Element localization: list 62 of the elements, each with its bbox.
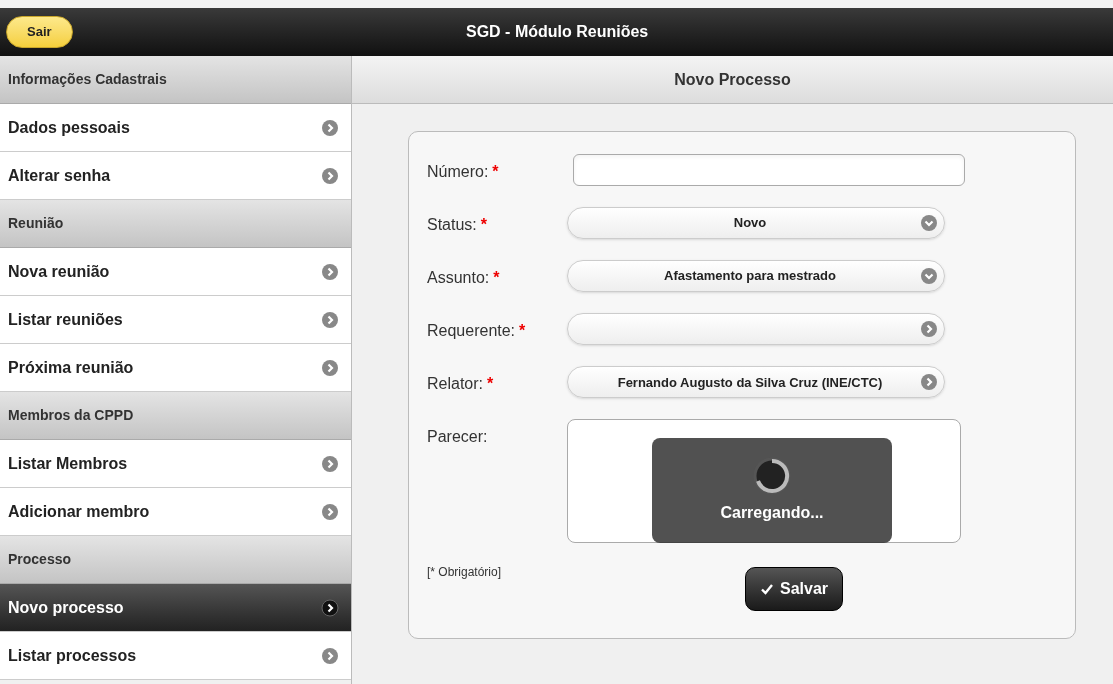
chevron-right-icon xyxy=(321,262,339,281)
sidebar-item[interactable]: Listar reuniões xyxy=(0,296,351,344)
field-label: Requerente: xyxy=(427,321,516,341)
field-label: Número: xyxy=(427,162,489,182)
sidebar-item-label: Nova reunião xyxy=(8,261,110,282)
required-mark: * xyxy=(493,268,500,288)
required-mark: * xyxy=(492,162,499,182)
required-note: [* Obrigatório] xyxy=(427,564,503,581)
sidebar-section-header: Processo xyxy=(0,536,351,584)
field-label: Assunto: xyxy=(427,268,490,288)
sidebar-item-label: Novo processo xyxy=(8,597,124,618)
sidebar-section-header: Informações Cadastrais xyxy=(0,56,351,104)
app-title: SGD - Módulo Reuniões xyxy=(466,22,649,42)
spinner-icon xyxy=(753,456,791,495)
chevron-right-icon xyxy=(920,373,938,391)
sidebar-section-header: Membros da CPPD xyxy=(0,392,351,440)
checkmark-icon xyxy=(760,582,774,596)
page-header: Novo Processo xyxy=(352,56,1113,104)
select-value: Afastamento para mestrado xyxy=(663,267,837,286)
sidebar-item-label: Listar processos xyxy=(8,645,137,666)
chevron-right-icon xyxy=(321,166,339,185)
chevron-down-icon xyxy=(920,214,938,232)
sidebar-item-label: Listar Membros xyxy=(8,453,128,474)
sidebar-item-label: Alterar senha xyxy=(8,165,111,186)
sidebar-item[interactable]: Adicionar membro xyxy=(0,488,351,536)
chevron-right-icon xyxy=(321,358,339,377)
picker-field[interactable] xyxy=(567,313,945,345)
number-input[interactable] xyxy=(573,154,965,186)
save-button[interactable]: Salvar xyxy=(745,567,844,611)
chevron-right-icon xyxy=(321,646,339,665)
required-mark: * xyxy=(487,374,494,394)
select-value: Novo xyxy=(732,214,768,233)
required-mark: * xyxy=(480,215,488,235)
sidebar-item[interactable]: Novo processo xyxy=(0,584,351,632)
sidebar-item[interactable]: Dados pessoais xyxy=(0,104,351,152)
sidebar-item-label: Listar reuniões xyxy=(8,309,123,330)
sidebar-item[interactable]: Próxima reunião xyxy=(0,344,351,392)
sidebar-item-label: Dados pessoais xyxy=(8,117,130,138)
chevron-down-icon xyxy=(920,267,938,285)
sidebar-item[interactable]: Listar processos xyxy=(0,632,351,680)
sidebar-item[interactable]: Listar Membros xyxy=(0,440,351,488)
field-label: Relator: xyxy=(427,374,484,394)
picker-field[interactable]: Fernando Augusto da Silva Cruz (INE/CTC) xyxy=(567,366,945,398)
sidebar-item-label: Adicionar membro xyxy=(8,501,150,522)
picker-value: Fernando Augusto da Silva Cruz (INE/CTC) xyxy=(617,375,883,390)
field-label: Status: xyxy=(427,215,477,235)
chevron-right-icon xyxy=(321,598,339,617)
sidebar-item[interactable]: Nova reunião xyxy=(0,248,351,296)
chevron-right-icon xyxy=(321,502,339,521)
field-label: Parecer: xyxy=(427,427,488,447)
select-field[interactable]: Afastamento para mestrado xyxy=(567,260,945,292)
required-mark: * xyxy=(519,321,526,341)
sidebar-section-header: Reunião xyxy=(0,200,351,248)
chevron-right-icon xyxy=(321,118,339,137)
chevron-right-icon xyxy=(321,454,339,473)
exit-button[interactable]: Sair xyxy=(6,16,73,48)
chevron-right-icon xyxy=(920,320,938,338)
select-field[interactable]: Novo xyxy=(567,207,945,239)
sidebar-item-label: Próxima reunião xyxy=(8,357,134,378)
loading-text: Carregando... xyxy=(720,502,824,523)
sidebar-item[interactable]: Alterar senha xyxy=(0,152,351,200)
chevron-right-icon xyxy=(321,310,339,329)
